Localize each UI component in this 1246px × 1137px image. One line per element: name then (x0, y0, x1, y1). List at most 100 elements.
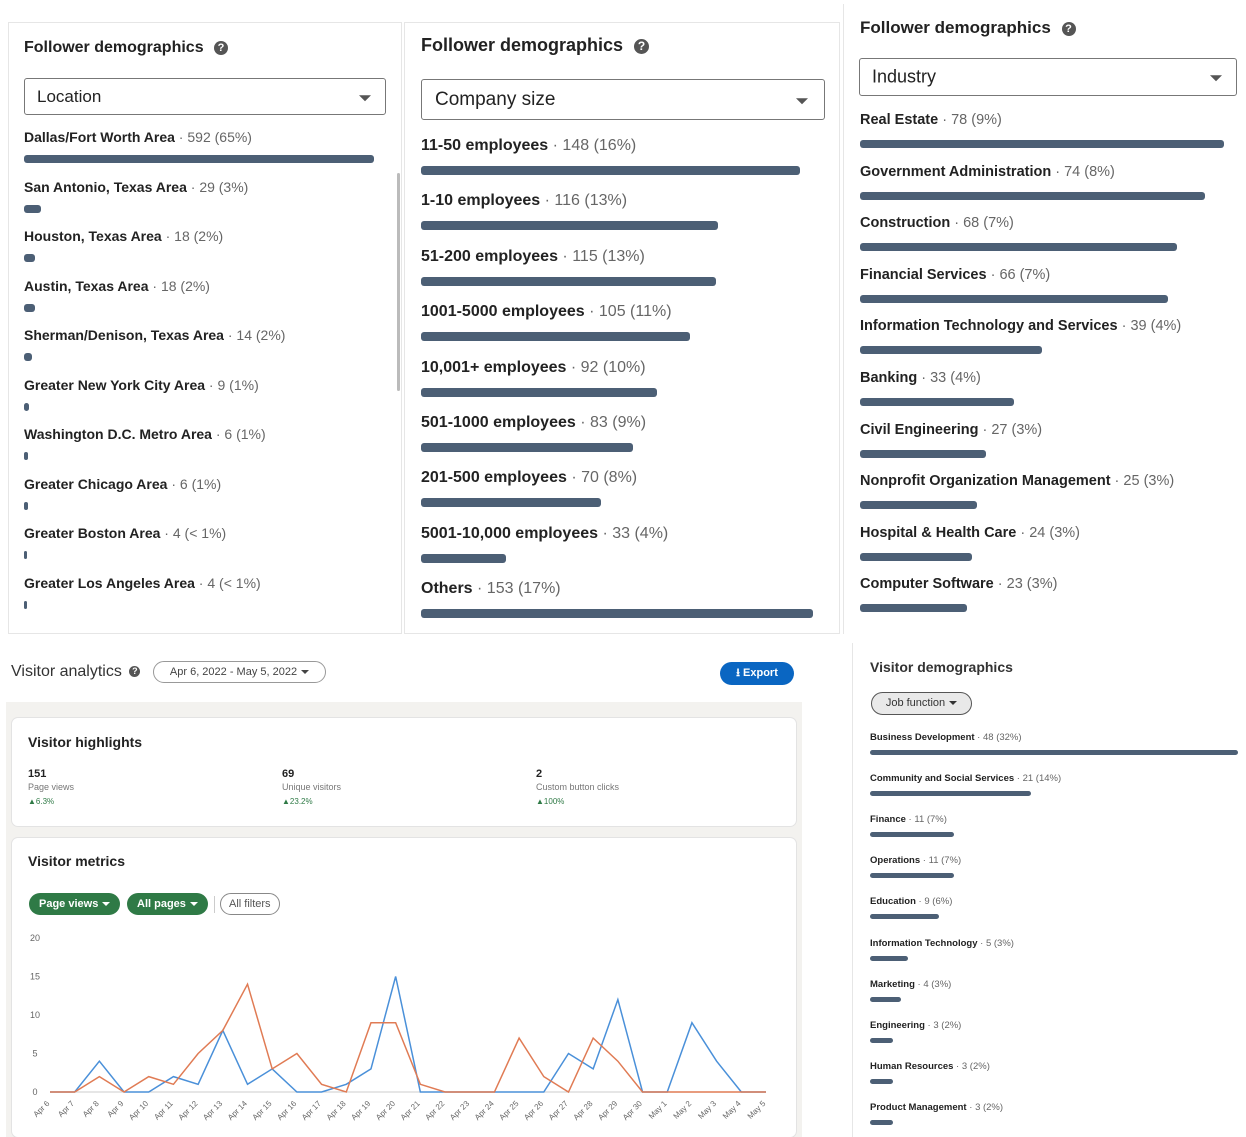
list-item: Hospital & Health Care · 24 (3%) (860, 525, 1226, 577)
item-stat: 27 (3%) (991, 421, 1043, 438)
list-item: Marketing · 4 (3%) (870, 979, 1240, 1020)
item-name: 201-500 employees (421, 469, 567, 487)
item-bar (870, 1078, 894, 1084)
x-tick-label: Apr 8 (81, 1099, 101, 1119)
highlight-page-views[interactable]: 151 Page views ▲6.3% (28, 768, 74, 806)
item-name: Finance (870, 814, 906, 826)
x-tick-label: Apr 29 (596, 1099, 619, 1122)
x-tick-label: Apr 28 (572, 1099, 595, 1122)
item-separator: · (920, 855, 929, 867)
item-stat: 5 (3%) (985, 937, 1014, 949)
x-tick-label: Apr 19 (349, 1099, 372, 1122)
filter-label: Page views (39, 898, 99, 910)
item-separator: · (1110, 473, 1124, 490)
list-item: Houston, Texas Area · 18 (2%) (24, 228, 376, 278)
item-label: 501-1000 employees · 83 (9%) (421, 414, 813, 432)
series-line-2[interactable] (50, 982, 766, 1094)
item-name: Houston, Texas Area (24, 228, 162, 244)
item-label: Real Estate · 78 (9%) (860, 112, 1226, 128)
date-range-dropdown[interactable]: Apr 6, 2022 - May 5, 2022 (153, 661, 326, 683)
list-item: 11-50 employees · 148 (16%) (421, 137, 813, 192)
item-bar (870, 1119, 894, 1125)
x-tick-label: May 5 (746, 1099, 768, 1121)
item-stat: 74 (8%) (1064, 163, 1115, 180)
select-value: Industry (872, 66, 937, 87)
date-range-label: Apr 6, 2022 - May 5, 2022 (169, 666, 298, 678)
highlight-custom-button-clicks[interactable]: 2 Custom button clicks ▲100% (536, 768, 619, 806)
item-bar (870, 996, 901, 1002)
item-name: Information Technology and Services (860, 318, 1118, 335)
x-tick-label: May 1 (647, 1099, 669, 1121)
item-bar (421, 166, 801, 175)
page-title: Visitor analytics ? (11, 663, 141, 681)
x-tick-label: Apr 25 (497, 1099, 520, 1122)
item-label: Greater New York City Area · 9 (1%) (24, 377, 376, 393)
all-filters-button[interactable]: All filters (220, 893, 280, 915)
highlight-unique-visitors[interactable]: 69 Unique visitors ▲23.2% (282, 768, 341, 806)
item-stat: 4 (< 1%) (172, 525, 227, 541)
item-bar (860, 294, 1168, 303)
all-pages-filter[interactable]: All pages (127, 893, 208, 915)
item-name: Greater Chicago Area (24, 475, 168, 492)
item-label: Computer Software · 23 (3%) (860, 576, 1226, 592)
select-value: Location (37, 86, 102, 106)
item-bar (24, 353, 33, 361)
item-name: 11-50 employees (421, 137, 549, 154)
panel-title: Follower demographics ? (421, 35, 650, 56)
item-stat: 18 (2%) (160, 277, 210, 294)
highlight-delta: ▲23.2% (282, 797, 313, 806)
x-tick-label: Apr 9 (106, 1099, 126, 1119)
item-separator: · (986, 266, 1000, 283)
scrollbar[interactable] (397, 173, 400, 391)
list-item: 1-10 employees · 116 (13%) (421, 192, 813, 247)
x-tick-label: Apr 11 (152, 1099, 175, 1122)
panel-title: Follower demographics ? (24, 39, 229, 57)
list-item: Financial Services · 66 (7%) (860, 267, 1226, 319)
x-tick-label: Apr 16 (275, 1099, 298, 1122)
item-bar (421, 276, 716, 286)
help-icon[interactable]: ? (1061, 21, 1076, 36)
company-size-select[interactable]: Company size (421, 79, 825, 120)
help-icon[interactable]: ? (634, 38, 650, 54)
y-tick-label: 0 (32, 1087, 37, 1097)
item-bar (860, 243, 1178, 252)
job-function-dropdown[interactable]: Job function (871, 692, 972, 715)
help-icon[interactable]: ? (129, 666, 141, 678)
highlight-delta: ▲100% (536, 797, 565, 806)
series-line-1[interactable] (50, 976, 766, 1093)
item-stat: 66 (7%) (999, 266, 1051, 283)
chevron-down-icon (1210, 75, 1222, 82)
item-bar (421, 609, 813, 619)
x-tick-label: Apr 12 (177, 1099, 200, 1122)
item-stat: 14 (2%) (236, 327, 286, 343)
help-icon[interactable]: ? (214, 40, 229, 55)
location-select[interactable]: Location (24, 78, 386, 115)
item-separator: · (174, 129, 188, 145)
visitor-analytics-panel: Visitor analytics ? Apr 6, 2022 - May 5,… (0, 646, 810, 1137)
item-stat: 592 (65%) (187, 129, 252, 145)
item-separator: · (540, 192, 555, 210)
list-item: Education · 9 (6%) (870, 896, 1240, 937)
item-stat: 11 (7%) (928, 855, 962, 867)
item-separator: · (977, 937, 986, 949)
item-separator: · (598, 524, 613, 542)
item-label: Operations · 11 (7%) (870, 855, 1240, 866)
item-stat: 24 (3%) (1029, 524, 1080, 541)
item-bar (870, 832, 955, 838)
page-views-filter[interactable]: Page views (29, 893, 121, 915)
item-name: 10,001+ employees (421, 358, 567, 376)
item-separator: · (557, 247, 573, 265)
item-name: Engineering (870, 1019, 925, 1031)
list-item: Greater New York City Area · 9 (1%) (24, 377, 376, 427)
item-stat: 4 (3%) (923, 978, 952, 990)
visitor-demographics-panel: Visitor demographics Job function Busine… (852, 643, 1245, 1137)
item-name: Government Administration (860, 163, 1052, 180)
item-stat: 33 (4%) (930, 370, 981, 386)
export-button[interactable]: ⭳ Export (720, 662, 794, 685)
item-name: Computer Software (860, 576, 994, 593)
industry-select[interactable]: Industry (859, 58, 1237, 96)
item-name: Community and Social Services (870, 773, 1015, 785)
item-label: 10,001+ employees · 92 (10%) (421, 359, 813, 377)
item-bar (860, 604, 968, 613)
panel-title: Follower demographics ? (860, 18, 1076, 38)
